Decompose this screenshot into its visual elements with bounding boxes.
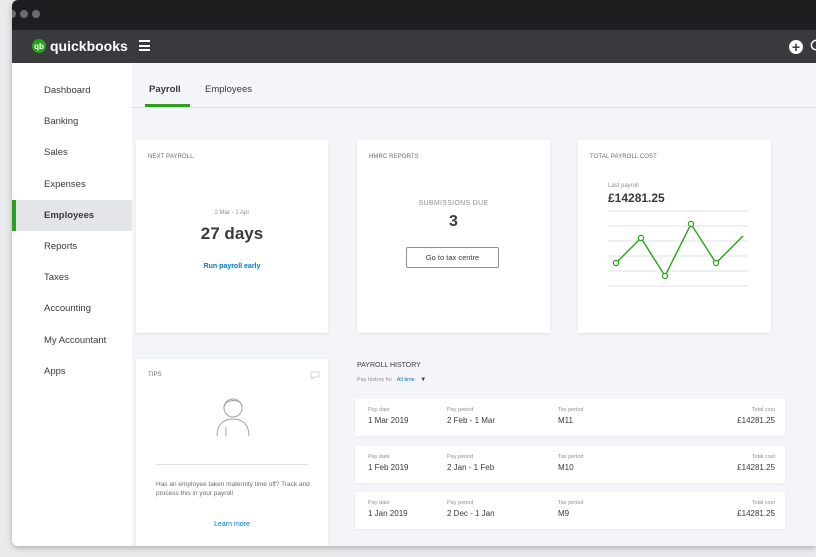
tax-period-label: Tax period — [558, 500, 584, 506]
window-close-dot[interactable] — [12, 10, 16, 18]
total-cost-value: £14281.25 — [737, 509, 775, 518]
tab-divider — [132, 107, 816, 108]
filter-label: Pay history for — [357, 377, 393, 383]
filter-value[interactable]: All time — [397, 377, 415, 383]
payroll-cost-sparkline — [608, 210, 748, 287]
pay-period-label: Pay period — [447, 500, 474, 506]
submissions-due-count: 3 — [449, 213, 458, 230]
tax-period-value: M11 — [558, 416, 573, 425]
total-cost-value: £14281.25 — [737, 416, 775, 425]
submissions-due-label: SUBMISSIONS DUE — [418, 200, 489, 207]
tab-bar: Payroll Employees — [132, 63, 816, 111]
title-bar — [12, 0, 816, 30]
person-icon — [216, 398, 250, 437]
total-cost-label: Total cost — [751, 500, 775, 506]
sidebar-item-expenses[interactable]: Expenses — [12, 169, 132, 200]
tax-period-label: Tax period — [558, 407, 584, 413]
sidebar-item-apps[interactable]: Apps — [12, 356, 132, 387]
tax-period-value: M10 — [558, 463, 574, 472]
last-payroll-label: Last payroll — [608, 183, 639, 189]
search-icon[interactable] — [810, 39, 816, 54]
payroll-history-title: PAYROLL HISTORY — [357, 362, 421, 369]
tips-card: TIPS Has an employee taken maternity tim… — [136, 359, 328, 546]
total-payroll-cost-card: TOTAL PAYROLL COST Last payroll £14281.2… — [578, 140, 771, 333]
hmrc-reports-card: HMRC REPORTS SUBMISSIONS DUE 3 Go to tax… — [357, 140, 550, 333]
tips-text: Has an employee taken maternity time off… — [156, 481, 310, 497]
pay-period-value: 2 Feb - 1 Mar — [447, 416, 496, 425]
sidebar-item-accounting[interactable]: Accounting — [12, 293, 132, 324]
app-bar: qb quickbooks + — [12, 30, 816, 63]
learn-more-link[interactable]: Learn more — [136, 521, 328, 528]
table-row[interactable]: Pay date 1 Mar 2019 Pay period 2 Feb - 1 M… — [355, 399, 785, 436]
next-payroll-period: 2 Mar - 1 Apr — [214, 210, 250, 216]
hamburger-icon[interactable] — [139, 40, 150, 51]
tips-divider — [156, 464, 308, 465]
quickbooks-logo[interactable]: qb quickbooks — [32, 38, 128, 54]
sidebar: Dashboard Banking Sales Expenses Employe… — [12, 63, 132, 546]
pay-date-label: Pay date — [368, 454, 390, 460]
tab-employees[interactable]: Employees — [205, 84, 252, 95]
pay-date-value: 1 Feb 2019 — [368, 463, 409, 472]
go-to-tax-centre-button[interactable]: Go to tax centre — [406, 247, 499, 268]
window-zoom-dot[interactable] — [32, 10, 40, 18]
pay-date-label: Pay date — [368, 407, 390, 413]
table-row[interactable]: Pay date 1 Jan 2019 Pay period 2 Dec - 1 J… — [355, 492, 785, 529]
tax-period-value: M9 — [558, 509, 570, 518]
run-payroll-early-link[interactable]: Run payroll early — [136, 263, 328, 270]
pay-period-value: 2 Dec - 1 Jan — [447, 509, 495, 518]
app-window: qb quickbooks + Dashboard Banking Sales … — [12, 0, 816, 546]
pay-date-value: 1 Jan 2019 — [368, 509, 408, 518]
sidebar-item-banking[interactable]: Banking — [12, 106, 132, 137]
sidebar-item-reports[interactable]: Reports — [12, 231, 132, 262]
tips-title: TIPS — [148, 372, 162, 378]
dropdown-caret-icon[interactable]: ▼ — [420, 377, 426, 383]
payroll-history-filter: Pay history for All time ▼ — [357, 377, 426, 383]
pay-period-label: Pay period — [447, 454, 474, 460]
sidebar-item-sales[interactable]: Sales — [12, 137, 132, 168]
sidebar-item-dashboard[interactable]: Dashboard — [12, 75, 132, 106]
plus-icon[interactable]: + — [789, 40, 803, 54]
pay-period-value: 2 Jan - 1 Feb — [447, 463, 495, 472]
next-payroll-card: NEXT PAYROLL 2 Mar - 1 Apr 27 days Run p… — [136, 140, 328, 333]
sidebar-item-my-accountant[interactable]: My Accountant — [12, 325, 132, 356]
hmrc-reports-title: HMRC REPORTS — [369, 154, 419, 160]
total-cost-label: Total cost — [751, 454, 775, 460]
tab-payroll[interactable]: Payroll — [149, 84, 181, 95]
window-minimize-dot[interactable] — [20, 10, 28, 18]
sidebar-item-taxes[interactable]: Taxes — [12, 262, 132, 293]
chat-icon[interactable] — [310, 371, 320, 380]
total-cost-label: Total cost — [751, 407, 775, 413]
pay-date-label: Pay date — [368, 500, 390, 506]
total-cost-value: £14281.25 — [737, 463, 775, 472]
logo-text: quickbooks — [50, 38, 128, 54]
next-payroll-days: 27 days — [200, 224, 264, 243]
pay-period-label: Pay period — [447, 407, 474, 413]
next-payroll-title: NEXT PAYROLL — [148, 154, 194, 160]
last-payroll-amount: £14281.25 — [608, 191, 665, 205]
table-row[interactable]: Pay date 1 Feb 2019 Pay period 2 Jan - 1 F… — [355, 446, 785, 483]
total-payroll-cost-title: TOTAL PAYROLL COST — [590, 154, 657, 160]
sidebar-item-employees[interactable]: Employees — [12, 199, 132, 232]
pay-date-value: 1 Mar 2019 — [368, 416, 409, 425]
qb-logo-icon: qb — [32, 39, 46, 53]
tax-period-label: Tax period — [558, 454, 584, 460]
